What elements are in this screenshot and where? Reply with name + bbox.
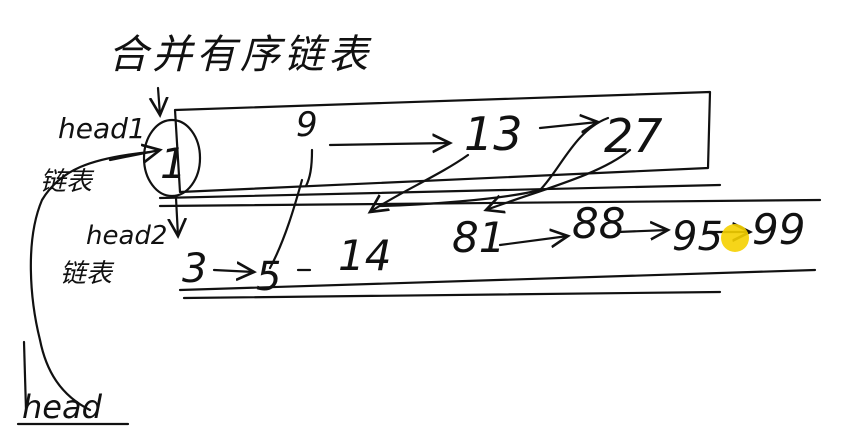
head1-label: head1 [58, 112, 146, 145]
head1-arrow [158, 86, 160, 115]
link-9-drop [304, 148, 314, 188]
list2-label: 链表 [60, 259, 115, 289]
list1-underline [158, 183, 722, 200]
list2-node-5: 88 [572, 199, 625, 248]
page-title: 合并有序链表 [108, 32, 372, 78]
head2-label: head2 [86, 221, 167, 251]
head2-arrow [176, 196, 178, 236]
list1-underline-2 [158, 198, 822, 208]
list2-node-3: 14 [338, 231, 391, 280]
arrow-9-13 [328, 143, 450, 145]
list1-node-3: 13 [464, 107, 523, 161]
list1-node-2: 9 [296, 105, 318, 145]
list1-node-1: 1 [160, 139, 187, 188]
head-label: head [22, 388, 103, 426]
arrow-13-27 [538, 122, 598, 128]
list1-node-4: 27 [604, 109, 663, 163]
list2-node-7: 99 [752, 205, 805, 254]
whiteboard-canvas: 合并有序链表 head1 链表 1 9 13 27 head2 链表 3 5 1… [16, 32, 822, 426]
cursor-highlight [721, 224, 749, 252]
arrow-81-88 [498, 236, 568, 245]
list2-node-2: 5 [256, 254, 281, 300]
node1-link [108, 150, 160, 160]
list2-node-1: 3 [182, 246, 207, 292]
arrow-3-5 [212, 270, 254, 272]
list2-node-6: 95 [672, 214, 723, 260]
list2-node-4: 81 [452, 213, 505, 262]
arrow-88-95 [616, 230, 668, 232]
